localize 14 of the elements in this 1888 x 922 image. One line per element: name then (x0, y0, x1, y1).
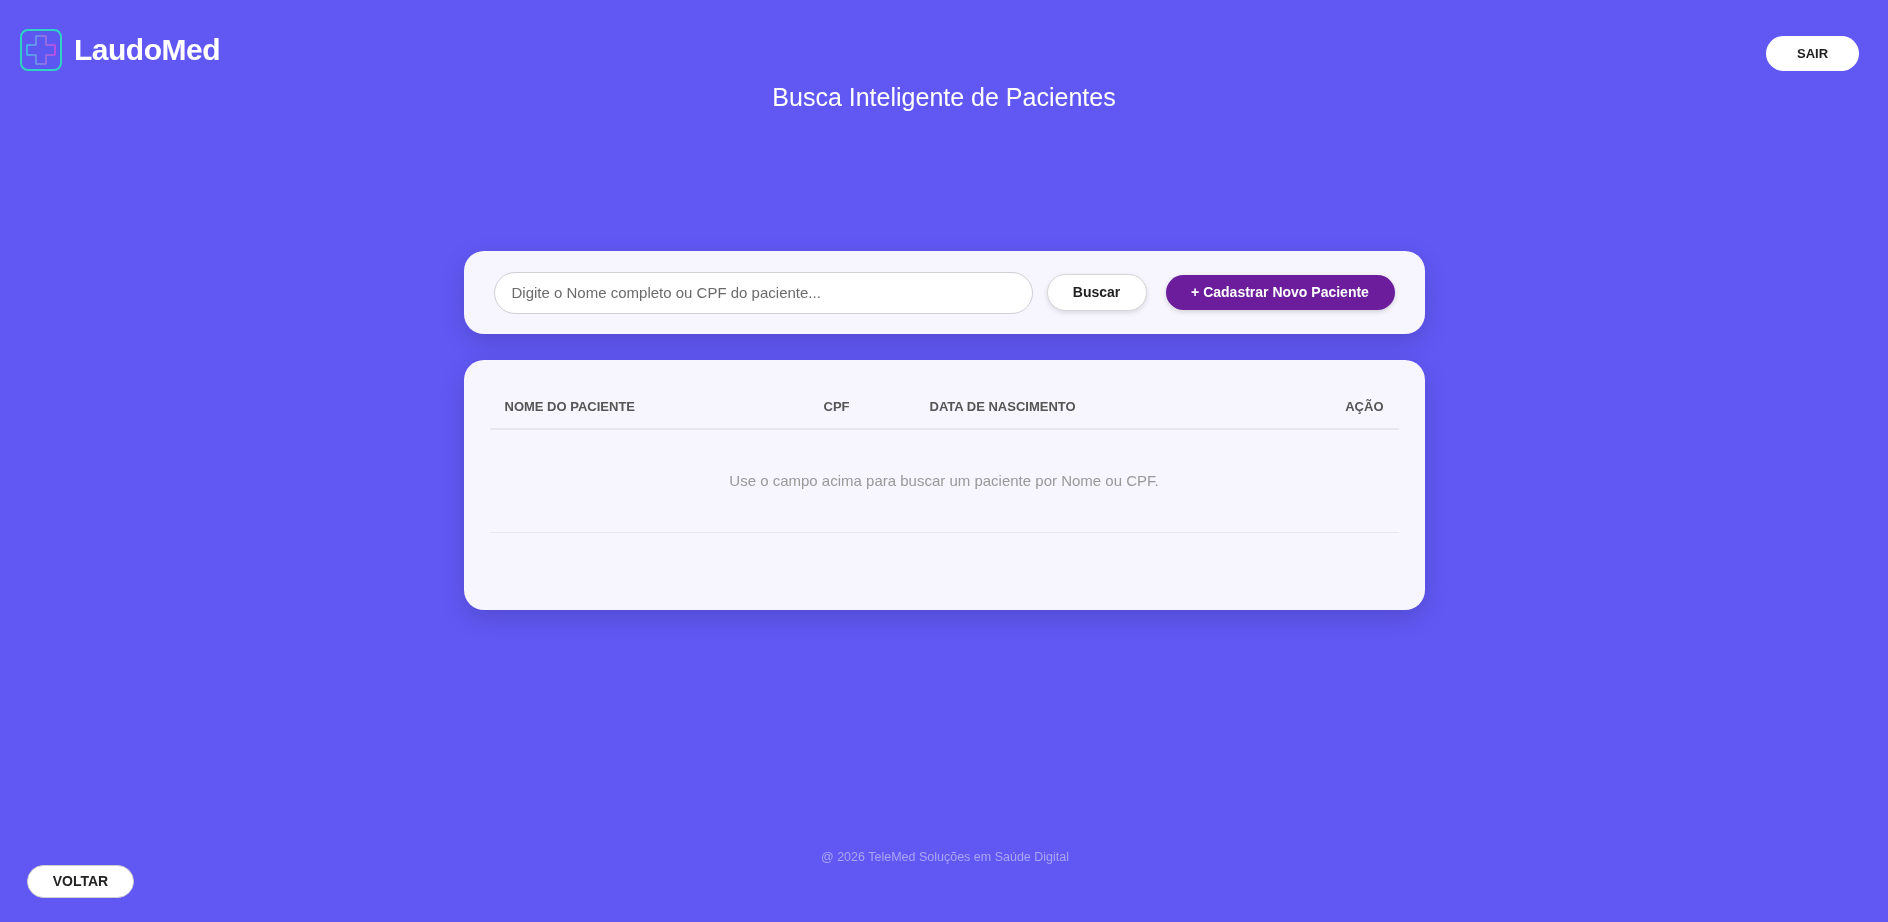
logo-text: LaudoMed (74, 32, 220, 68)
copyright-text: @ 2026 TeleMed Soluções em Saúde Digital (821, 850, 1069, 865)
logout-button[interactable]: SAIR (1766, 36, 1859, 71)
column-header: AÇÃO (1345, 399, 1384, 414)
search-button[interactable]: Buscar (1046, 274, 1147, 311)
column-header: NOME DO PACIENTE (504, 399, 635, 414)
column-header: DATA DE NASCIMENTO (929, 399, 1076, 414)
column-header: CPF (823, 399, 850, 414)
back-button[interactable]: VOLTAR (27, 865, 134, 898)
page-title: Busca Inteligente de Pacientes (772, 82, 1116, 112)
new-patient-button[interactable]: + Cadastrar Novo Paciente (1165, 275, 1395, 310)
empty-results-message: Use o campo acima para buscar um paciente por Nome ou CPF. (729, 470, 1159, 491)
search-field[interactable]: Digite o Nome completo ou CPF do paciente... (493, 271, 1033, 314)
logo-cross-icon (20, 29, 62, 71)
